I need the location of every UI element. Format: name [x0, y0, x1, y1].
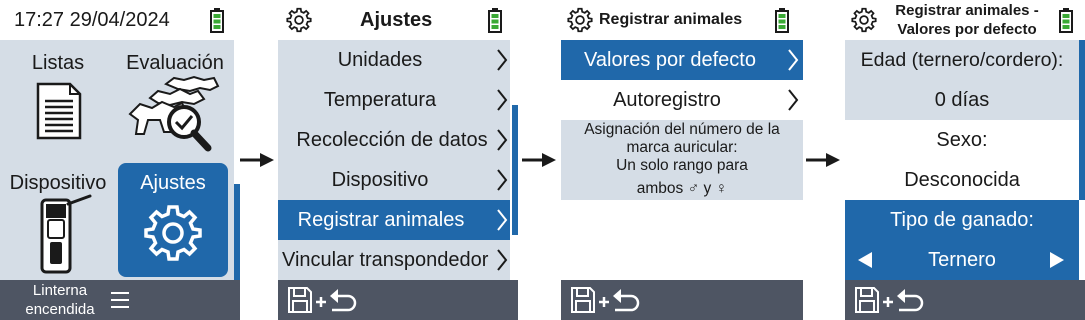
battery-icon	[1059, 8, 1073, 33]
gear-icon	[567, 7, 593, 33]
sex-label: Sexo:	[936, 129, 988, 151]
battery-icon	[210, 8, 224, 33]
menu-item-label: Registrar animales	[297, 209, 465, 231]
age-value: 0 días	[934, 89, 990, 111]
gear-icon	[851, 7, 877, 33]
screen-ajustes: Ajustes Unidades Temperatura Recolección…	[278, 0, 518, 320]
menu-item-label: Valores por defecto	[584, 49, 756, 71]
menu-item-registrar-animales[interactable]: Registrar animales	[278, 200, 510, 240]
menu-item-valores-por-defecto[interactable]: Valores por defecto	[561, 40, 803, 80]
age-setting[interactable]: Edad (ternero/cordero): 0 días	[845, 40, 1079, 120]
info-line: marca auricular:	[626, 139, 738, 156]
tile-evaluacion-label: Evaluación	[126, 52, 224, 74]
chevron-right-icon	[497, 249, 508, 271]
screen-valores-por-defecto: Registrar animales - Valores por defecto…	[845, 0, 1085, 320]
save-back-icon[interactable]	[569, 284, 641, 316]
tile-listas-label: Listas	[31, 52, 85, 74]
flashlight-line1: Linterna	[32, 282, 88, 299]
arrow-left-icon[interactable]	[857, 251, 873, 269]
menu-item-label: Unidades	[337, 49, 423, 71]
menu-item-autoregistro[interactable]: Autoregistro	[561, 80, 803, 120]
menu-item-label: Temperatura	[323, 89, 437, 111]
page-title-line1: Registrar animales -	[895, 2, 1039, 19]
footer-bar	[278, 280, 518, 320]
info-line: Asignación del número de la	[584, 121, 780, 138]
chevron-right-icon	[497, 49, 508, 71]
handheld-reader-icon	[40, 194, 92, 274]
livestock-value-row: Ternero	[845, 240, 1079, 280]
menu-item-temperatura[interactable]: Temperatura	[278, 80, 510, 120]
screen-registrar-animales: Registrar animales Valores por defecto A…	[561, 0, 803, 320]
flow-arrow-icon	[806, 153, 840, 167]
status-bar: 17:27 29/04/2024	[0, 0, 240, 40]
menu-item-vincular-transpondedor[interactable]: Vincular transpondedor	[278, 240, 510, 280]
cattle-magnifier-icon	[128, 75, 220, 152]
sex-value: Desconocida	[904, 169, 1020, 191]
menu-item-label: Vincular transpondedor	[282, 249, 489, 271]
header: Registrar animales - Valores por defecto	[845, 0, 1085, 40]
save-back-icon[interactable]	[286, 284, 358, 316]
menu-item-label: Recolección de datos	[296, 129, 488, 151]
footer-bar: Linterna encendida	[0, 280, 240, 320]
chevron-right-icon	[497, 129, 508, 151]
chevron-right-icon	[788, 89, 799, 111]
flashlight-status: Linterna encendida	[16, 281, 104, 319]
arrow-right-icon[interactable]	[1049, 251, 1065, 269]
battery-icon	[775, 8, 789, 33]
gear-icon	[286, 7, 312, 33]
livestock-type-setting[interactable]: Tipo de ganado: Ternero	[845, 200, 1079, 280]
flashlight-line2: encendida	[25, 301, 95, 318]
info-line: ambos ♂ y ♀	[636, 180, 728, 197]
flow-arrow-icon	[522, 153, 556, 167]
sex-setting[interactable]: Sexo: Desconocida	[845, 120, 1079, 200]
chevron-right-icon	[788, 49, 799, 71]
page-title: Registrar animales	[599, 11, 743, 28]
document-list-icon	[36, 82, 82, 140]
tile-evaluacion[interactable]: Evaluación	[116, 40, 234, 160]
page-title-line2: Valores por defecto	[897, 21, 1037, 38]
tile-dispositivo[interactable]: Dispositivo	[0, 160, 116, 280]
page-title: Ajustes	[360, 9, 433, 31]
chevron-right-icon	[497, 89, 508, 111]
age-label: Edad (ternero/cordero):	[860, 49, 1064, 71]
tile-listas[interactable]: Listas	[0, 40, 116, 160]
ear-tag-assignment-info[interactable]: Asignación del número de la marca auricu…	[561, 120, 803, 200]
footer-bar	[845, 280, 1085, 320]
menu-item-dispositivo[interactable]: Dispositivo	[278, 160, 510, 200]
livestock-label: Tipo de ganado:	[890, 209, 1034, 231]
header: Ajustes	[278, 0, 518, 40]
tile-ajustes[interactable]: Ajustes	[118, 163, 228, 277]
battery-icon	[488, 8, 502, 33]
chevron-right-icon	[497, 169, 508, 191]
menu-item-label: Autoregistro	[613, 89, 721, 111]
menu-item-label: Dispositivo	[331, 169, 429, 191]
scrollbar[interactable]	[512, 105, 518, 235]
info-line: Un solo rango para	[616, 157, 748, 174]
flow-arrow-icon	[240, 153, 274, 167]
chevron-right-icon	[497, 209, 508, 231]
menu-icon[interactable]	[110, 291, 130, 309]
livestock-value: Ternero	[928, 249, 996, 271]
gear-icon	[144, 205, 202, 261]
screen-main-menu: 17:27 29/04/2024 Listas Evaluación Dispo…	[0, 0, 240, 320]
scrollbar[interactable]	[234, 184, 240, 280]
footer-bar	[561, 280, 803, 320]
tile-ajustes-label: Ajustes	[140, 172, 206, 194]
datetime: 17:27 29/04/2024	[14, 9, 170, 31]
page-title: Registrar animales - Valores por defecto	[879, 1, 1055, 39]
save-back-icon[interactable]	[853, 284, 925, 316]
header: Registrar animales	[561, 0, 803, 40]
scrollbar[interactable]	[1079, 40, 1085, 200]
menu-item-recoleccion-de-datos[interactable]: Recolección de datos	[278, 120, 510, 160]
menu-item-unidades[interactable]: Unidades	[278, 40, 510, 80]
